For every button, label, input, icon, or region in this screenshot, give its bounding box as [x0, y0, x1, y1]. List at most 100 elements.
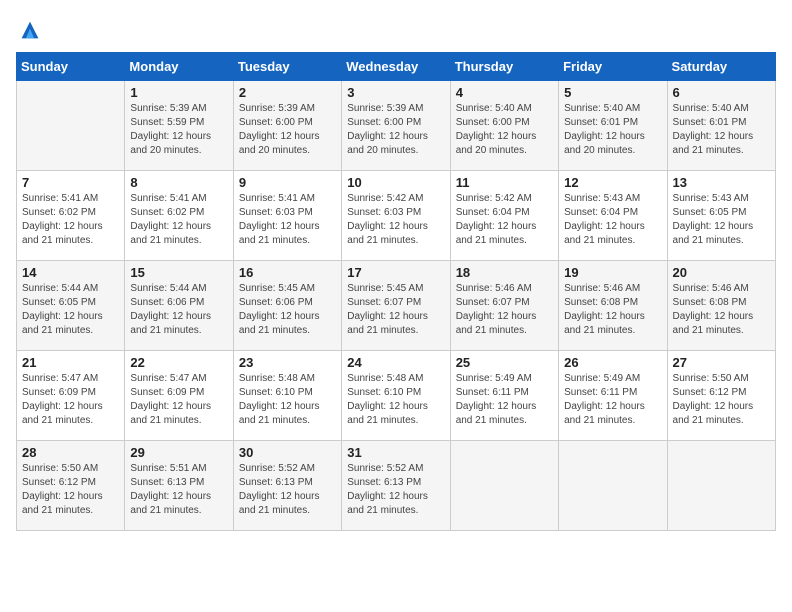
day-cell [17, 81, 125, 171]
day-number: 20 [673, 265, 770, 280]
col-header-friday: Friday [559, 53, 667, 81]
day-cell: 19 Sunrise: 5:46 AM Sunset: 6:08 PM Dayli… [559, 261, 667, 351]
day-number: 26 [564, 355, 661, 370]
day-detail: Sunrise: 5:46 AM Sunset: 6:08 PM Dayligh… [673, 282, 770, 338]
day-number: 15 [130, 265, 227, 280]
day-cell: 31 Sunrise: 5:52 AM Sunset: 6:13 PM Dayli… [342, 441, 450, 531]
week-row-2: 7 Sunrise: 5:41 AM Sunset: 6:02 PM Daylig… [17, 171, 776, 261]
day-detail: Sunrise: 5:49 AM Sunset: 6:11 PM Dayligh… [456, 372, 553, 428]
day-detail: Sunrise: 5:43 AM Sunset: 6:04 PM Dayligh… [564, 192, 661, 248]
calendar-table: SundayMondayTuesdayWednesdayThursdayFrid… [16, 52, 776, 531]
day-cell: 29 Sunrise: 5:51 AM Sunset: 6:13 PM Dayli… [125, 441, 233, 531]
day-detail: Sunrise: 5:45 AM Sunset: 6:06 PM Dayligh… [239, 282, 336, 338]
col-header-wednesday: Wednesday [342, 53, 450, 81]
day-cell: 26Sunrise: 5:49 AM Sunset: 6:11 PM Dayli… [559, 351, 667, 441]
day-cell: 25 Sunrise: 5:49 AM Sunset: 6:11 PM Dayli… [450, 351, 558, 441]
day-cell: 10 Sunrise: 5:42 AM Sunset: 6:03 PM Dayli… [342, 171, 450, 261]
logo [16, 16, 48, 44]
col-header-thursday: Thursday [450, 53, 558, 81]
day-number: 21 [22, 355, 119, 370]
day-cell: 24 Sunrise: 5:48 AM Sunset: 6:10 PM Dayli… [342, 351, 450, 441]
day-cell [559, 441, 667, 531]
day-cell: 13Sunrise: 5:43 AM Sunset: 6:05 PM Dayli… [667, 171, 775, 261]
day-cell: 14 Sunrise: 5:44 AM Sunset: 6:05 PM Dayli… [17, 261, 125, 351]
day-number: 27 [673, 355, 770, 370]
day-detail: Sunrise: 5:47 AM Sunset: 6:09 PM Dayligh… [22, 372, 119, 428]
day-cell: 1Sunrise: 5:39 AM Sunset: 5:59 PM Daylig… [125, 81, 233, 171]
day-cell: 7Sunrise: 5:41 AM Sunset: 6:02 PM Daylig… [17, 171, 125, 261]
col-header-sunday: Sunday [17, 53, 125, 81]
day-number: 16 [239, 265, 336, 280]
day-number: 2 [239, 85, 336, 100]
week-row-1: 1Sunrise: 5:39 AM Sunset: 5:59 PM Daylig… [17, 81, 776, 171]
day-cell: 20 Sunrise: 5:46 AM Sunset: 6:08 PM Dayli… [667, 261, 775, 351]
day-number: 4 [456, 85, 553, 100]
day-detail: Sunrise: 5:42 AM Sunset: 6:03 PM Dayligh… [347, 192, 444, 248]
day-cell: 4 Sunrise: 5:40 AM Sunset: 6:00 PM Daylig… [450, 81, 558, 171]
logo-icon [16, 16, 44, 44]
week-row-4: 21 Sunrise: 5:47 AM Sunset: 6:09 PM Dayli… [17, 351, 776, 441]
day-cell: 23 Sunrise: 5:48 AM Sunset: 6:10 PM Dayli… [233, 351, 341, 441]
week-row-3: 14 Sunrise: 5:44 AM Sunset: 6:05 PM Dayli… [17, 261, 776, 351]
day-cell: 6 Sunrise: 5:40 AM Sunset: 6:01 PM Daylig… [667, 81, 775, 171]
day-detail: Sunrise: 5:41 AM Sunset: 6:02 PM Dayligh… [130, 192, 227, 248]
day-detail: Sunrise: 5:52 AM Sunset: 6:13 PM Dayligh… [239, 462, 336, 518]
day-number: 6 [673, 85, 770, 100]
day-number: 18 [456, 265, 553, 280]
day-cell: 16 Sunrise: 5:45 AM Sunset: 6:06 PM Dayli… [233, 261, 341, 351]
day-number: 9 [239, 175, 336, 190]
day-number: 25 [456, 355, 553, 370]
day-detail: Sunrise: 5:41 AM Sunset: 6:03 PM Dayligh… [239, 192, 336, 248]
day-detail: Sunrise: 5:45 AM Sunset: 6:07 PM Dayligh… [347, 282, 444, 338]
day-number: 29 [130, 445, 227, 460]
day-detail: Sunrise: 5:52 AM Sunset: 6:13 PM Dayligh… [347, 462, 444, 518]
day-cell: 18Sunrise: 5:46 AM Sunset: 6:07 PM Dayli… [450, 261, 558, 351]
day-detail: Sunrise: 5:48 AM Sunset: 6:10 PM Dayligh… [347, 372, 444, 428]
day-cell: 2 Sunrise: 5:39 AM Sunset: 6:00 PM Daylig… [233, 81, 341, 171]
day-cell: 30Sunrise: 5:52 AM Sunset: 6:13 PM Dayli… [233, 441, 341, 531]
day-number: 14 [22, 265, 119, 280]
day-cell: 11Sunrise: 5:42 AM Sunset: 6:04 PM Dayli… [450, 171, 558, 261]
day-detail: Sunrise: 5:48 AM Sunset: 6:10 PM Dayligh… [239, 372, 336, 428]
day-number: 8 [130, 175, 227, 190]
day-cell: 15 Sunrise: 5:44 AM Sunset: 6:06 PM Dayli… [125, 261, 233, 351]
day-cell [667, 441, 775, 531]
day-number: 22 [130, 355, 227, 370]
day-cell [450, 441, 558, 531]
day-detail: Sunrise: 5:39 AM Sunset: 6:00 PM Dayligh… [239, 102, 336, 158]
day-number: 23 [239, 355, 336, 370]
day-detail: Sunrise: 5:39 AM Sunset: 6:00 PM Dayligh… [347, 102, 444, 158]
day-number: 19 [564, 265, 661, 280]
day-cell: 8 Sunrise: 5:41 AM Sunset: 6:02 PM Daylig… [125, 171, 233, 261]
day-number: 3 [347, 85, 444, 100]
day-detail: Sunrise: 5:40 AM Sunset: 6:01 PM Dayligh… [564, 102, 661, 158]
day-detail: Sunrise: 5:51 AM Sunset: 6:13 PM Dayligh… [130, 462, 227, 518]
week-row-5: 28 Sunrise: 5:50 AM Sunset: 6:12 PM Dayli… [17, 441, 776, 531]
col-header-tuesday: Tuesday [233, 53, 341, 81]
day-detail: Sunrise: 5:39 AM Sunset: 5:59 PM Dayligh… [130, 102, 227, 158]
day-detail: Sunrise: 5:40 AM Sunset: 6:01 PM Dayligh… [673, 102, 770, 158]
day-detail: Sunrise: 5:42 AM Sunset: 6:04 PM Dayligh… [456, 192, 553, 248]
header-row: SundayMondayTuesdayWednesdayThursdayFrid… [17, 53, 776, 81]
col-header-saturday: Saturday [667, 53, 775, 81]
day-detail: Sunrise: 5:40 AM Sunset: 6:00 PM Dayligh… [456, 102, 553, 158]
page-header [16, 16, 776, 44]
col-header-monday: Monday [125, 53, 233, 81]
day-cell: 3 Sunrise: 5:39 AM Sunset: 6:00 PM Daylig… [342, 81, 450, 171]
day-number: 28 [22, 445, 119, 460]
day-detail: Sunrise: 5:46 AM Sunset: 6:08 PM Dayligh… [564, 282, 661, 338]
day-cell: 17 Sunrise: 5:45 AM Sunset: 6:07 PM Dayli… [342, 261, 450, 351]
day-detail: Sunrise: 5:50 AM Sunset: 6:12 PM Dayligh… [22, 462, 119, 518]
day-cell: 22Sunrise: 5:47 AM Sunset: 6:09 PM Dayli… [125, 351, 233, 441]
day-number: 7 [22, 175, 119, 190]
day-detail: Sunrise: 5:44 AM Sunset: 6:06 PM Dayligh… [130, 282, 227, 338]
day-cell: 28 Sunrise: 5:50 AM Sunset: 6:12 PM Dayli… [17, 441, 125, 531]
day-number: 24 [347, 355, 444, 370]
day-detail: Sunrise: 5:44 AM Sunset: 6:05 PM Dayligh… [22, 282, 119, 338]
day-number: 10 [347, 175, 444, 190]
day-number: 5 [564, 85, 661, 100]
day-number: 17 [347, 265, 444, 280]
day-cell: 21 Sunrise: 5:47 AM Sunset: 6:09 PM Dayli… [17, 351, 125, 441]
day-number: 31 [347, 445, 444, 460]
day-cell: 5 Sunrise: 5:40 AM Sunset: 6:01 PM Daylig… [559, 81, 667, 171]
